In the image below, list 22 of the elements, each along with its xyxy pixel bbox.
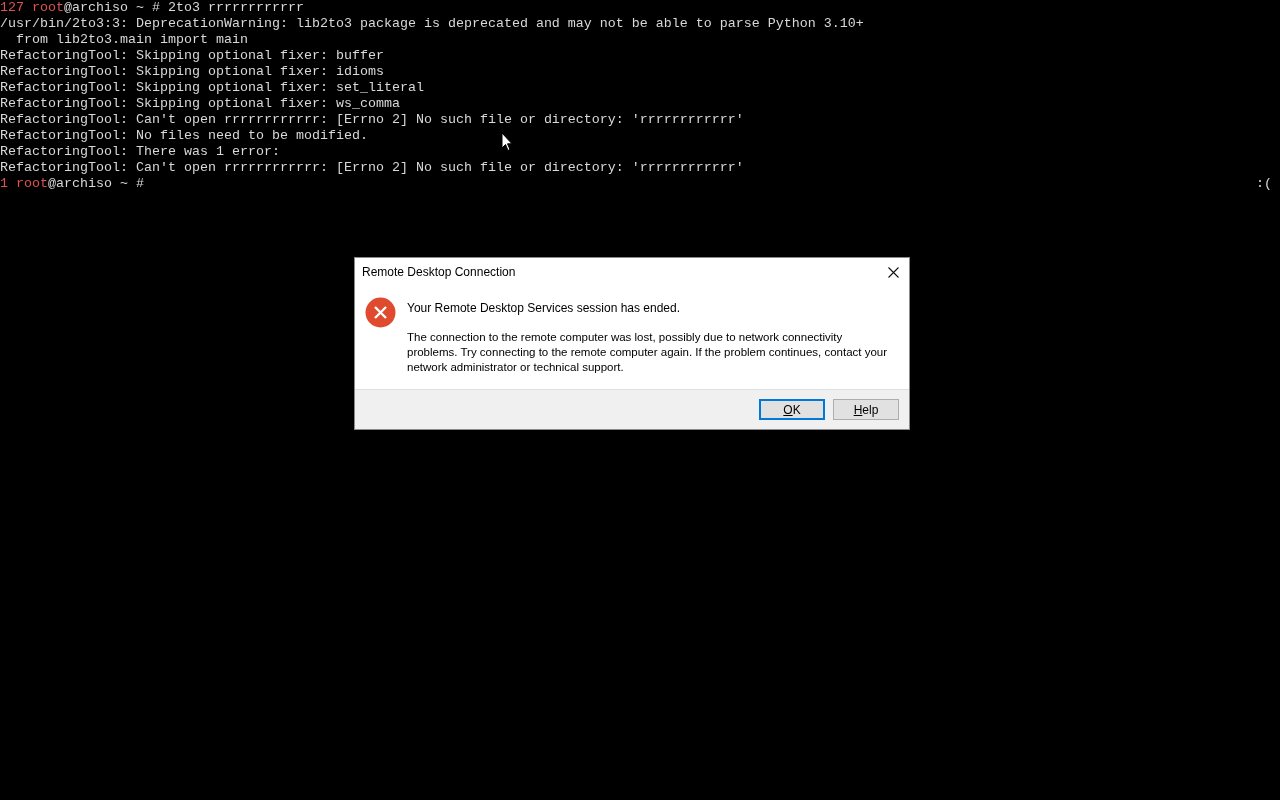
right-prompt: :( [1256, 176, 1272, 192]
terminal-text: RefactoringTool: Skipping optional fixer: idioms [0, 64, 384, 80]
error-icon [365, 297, 396, 328]
terminal-text: 1 root [0, 176, 48, 192]
dialog-message: The connection to the remote computer was lost, possibly due to network connectivity problems. Try connecting to the remote computer again. If the problem continues, contact your network administrator or technical support. [407, 330, 889, 375]
terminal-text: 127 root [0, 0, 64, 16]
terminal-text: @archiso ~ # [48, 176, 144, 192]
dialog-heading: Your Remote Desktop Services session has ended. [407, 300, 682, 316]
terminal-text: RefactoringTool: Can't open rrrrrrrrrrrr: [Errno 2] No such file or directory: 'rrrrrrrrrrrr' [0, 160, 744, 176]
dialog-button[interactable]: OK [759, 399, 825, 420]
terminal-text: @archiso ~ # 2to3 rrrrrrrrrrrr [64, 0, 304, 16]
terminal-text: from lib2to3.main import main [15, 32, 248, 48]
terminal-text: /usr/bin/2to3:3: DeprecationWarning: lib2to3 package is deprecated and may not be able to parse Python 3.10+ [0, 16, 864, 32]
window-title: Remote Desktop Connection [362, 264, 516, 281]
pointer-icon [501, 132, 513, 152]
dialog-button[interactable]: Help [833, 399, 899, 420]
terminal-text: RefactoringTool: No files need to be modified. [0, 128, 368, 144]
terminal-text: RefactoringTool: Skipping optional fixer: ws_comma [0, 96, 400, 112]
terminal-text: RefactoringTool: Can't open rrrrrrrrrrrr: [Errno 2] No such file or directory: 'rrrrrrrrrrrr' [0, 112, 744, 128]
terminal-text: RefactoringTool: There was 1 error: [0, 144, 280, 160]
terminal-text: RefactoringTool: Skipping optional fixer: buffer [0, 48, 384, 64]
terminal-text: RefactoringTool: Skipping optional fixer: set_literal [0, 80, 424, 96]
